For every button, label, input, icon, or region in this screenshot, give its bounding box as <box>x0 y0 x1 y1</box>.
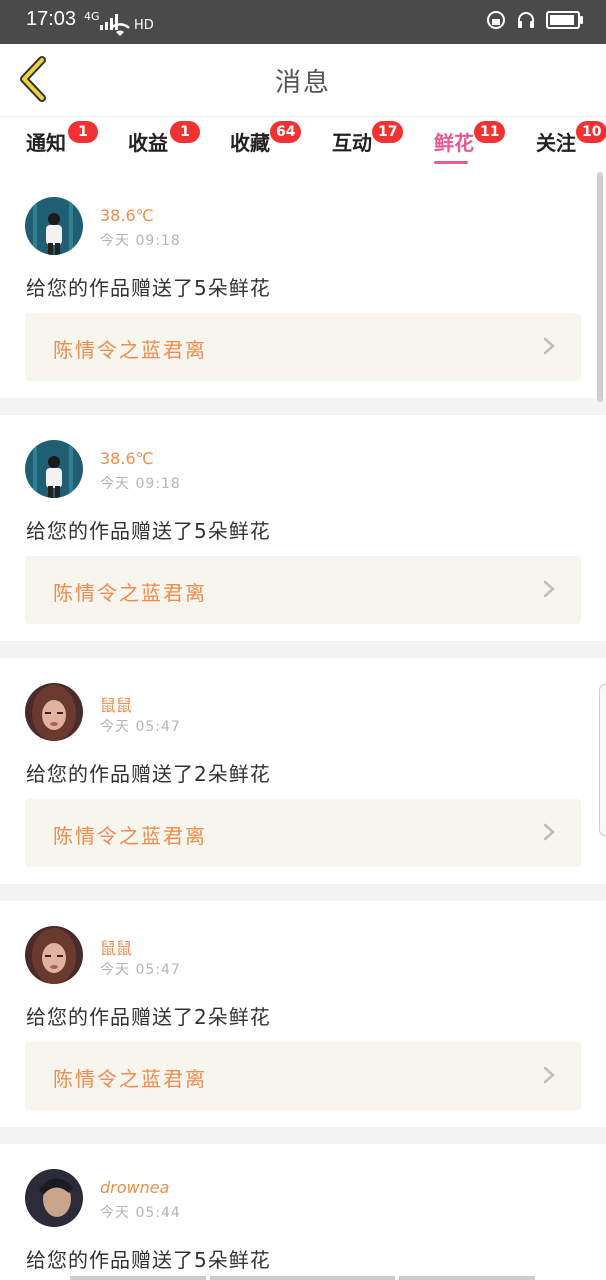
top-bar: 消息 <box>0 44 606 116</box>
tab-label: 收藏 <box>230 131 270 155</box>
message-time: 今天 05:44 <box>100 1205 181 1221</box>
page-title: 消息 <box>274 68 331 98</box>
message-time: 今天 09:18 <box>100 476 181 492</box>
tab-interactions[interactable]: 互动 17 <box>332 121 412 156</box>
sender-name[interactable]: 鼠鼠 <box>100 935 132 959</box>
sender-name[interactable]: 38.6℃ <box>100 206 154 225</box>
tab-badge: 11 <box>474 121 506 143</box>
headset-icon <box>518 12 534 28</box>
message-card: 38.6℃ 今天 09:18 给您的作品赠送了5朵鲜花 陈情令之蓝君离 <box>0 415 606 641</box>
gesture-bar <box>0 1274 606 1280</box>
side-edge-handle[interactable] <box>599 684 606 836</box>
work-link[interactable]: 陈情令之蓝君离 <box>25 313 581 381</box>
work-link[interactable]: 陈情令之蓝君离 <box>25 799 581 867</box>
tab-badge: 10 <box>576 121 606 143</box>
tab-badge: 64 <box>270 121 302 143</box>
chevron-right-icon <box>543 1066 555 1084</box>
work-link[interactable]: 陈情令之蓝君离 <box>25 1042 581 1110</box>
message-text: 给您的作品赠送了5朵鲜花 <box>26 1248 271 1272</box>
tab-label: 通知 <box>26 131 66 155</box>
message-list[interactable]: 38.6℃ 今天 09:18 给您的作品赠送了5朵鲜花 陈情令之蓝君离 38.6… <box>0 172 606 1280</box>
tab-badge: 1 <box>170 121 200 143</box>
tab-label: 关注 <box>536 131 576 155</box>
tab-label: 鲜花 <box>434 131 474 155</box>
sender-name[interactable]: drownea <box>100 1178 169 1197</box>
message-time: 今天 05:47 <box>100 719 181 735</box>
tab-badge: 1 <box>68 121 98 143</box>
tab-favorites[interactable]: 收藏 64 <box>230 121 310 156</box>
work-title: 陈情令之蓝君离 <box>53 824 207 848</box>
status-bar: 17:03 4G HD <box>0 0 606 44</box>
message-time: 今天 09:18 <box>100 233 181 249</box>
work-title: 陈情令之蓝君离 <box>53 1067 207 1091</box>
tab-badge: 17 <box>372 121 404 143</box>
message-text: 给您的作品赠送了5朵鲜花 <box>26 519 271 543</box>
tab-label: 收益 <box>128 131 168 155</box>
signal-label: 4G <box>84 10 100 23</box>
avatar[interactable] <box>25 683 83 741</box>
wifi-icon <box>110 23 130 36</box>
active-tab-indicator <box>434 161 468 164</box>
tab-bar: 通知 1 收益 1 收藏 64 互动 17 鲜花 11 关注 10 <box>0 116 606 171</box>
chevron-right-icon <box>543 823 555 841</box>
avatar[interactable] <box>25 197 83 255</box>
tab-label: 互动 <box>332 131 372 155</box>
chevron-right-icon <box>543 580 555 598</box>
message-card: 38.6℃ 今天 09:18 给您的作品赠送了5朵鲜花 陈情令之蓝君离 <box>0 172 606 398</box>
message-text: 给您的作品赠送了5朵鲜花 <box>26 276 271 300</box>
avatar[interactable] <box>25 1169 83 1227</box>
message-text: 给您的作品赠送了2朵鲜花 <box>26 762 271 786</box>
battery-icon <box>546 11 583 29</box>
work-title: 陈情令之蓝君离 <box>53 338 207 362</box>
message-card: drownea 今天 05:44 给您的作品赠送了5朵鲜花 <box>0 1144 606 1280</box>
work-link[interactable]: 陈情令之蓝君离 <box>25 556 581 624</box>
message-time: 今天 05:47 <box>100 962 181 978</box>
tab-earnings[interactable]: 收益 1 <box>128 121 208 156</box>
scrollbar[interactable] <box>597 172 603 402</box>
message-text: 给您的作品赠送了2朵鲜花 <box>26 1005 271 1029</box>
message-card: 鼠鼠 今天 05:47 给您的作品赠送了2朵鲜花 陈情令之蓝君离 <box>0 658 606 884</box>
avatar[interactable] <box>25 926 83 984</box>
hd-label: HD <box>134 18 154 33</box>
sender-name[interactable]: 38.6℃ <box>100 449 154 468</box>
message-card: 鼠鼠 今天 05:47 给您的作品赠送了2朵鲜花 陈情令之蓝君离 <box>0 901 606 1127</box>
work-title: 陈情令之蓝君离 <box>53 581 207 605</box>
tab-flowers[interactable]: 鲜花 11 <box>434 121 514 164</box>
tab-following[interactable]: 关注 10 <box>536 121 606 156</box>
chevron-right-icon <box>543 337 555 355</box>
avatar[interactable] <box>25 440 83 498</box>
status-time: 17:03 <box>26 8 77 30</box>
sender-name[interactable]: 鼠鼠 <box>100 692 132 716</box>
lock-rotation-icon <box>487 11 505 29</box>
tab-notifications[interactable]: 通知 1 <box>26 121 106 156</box>
